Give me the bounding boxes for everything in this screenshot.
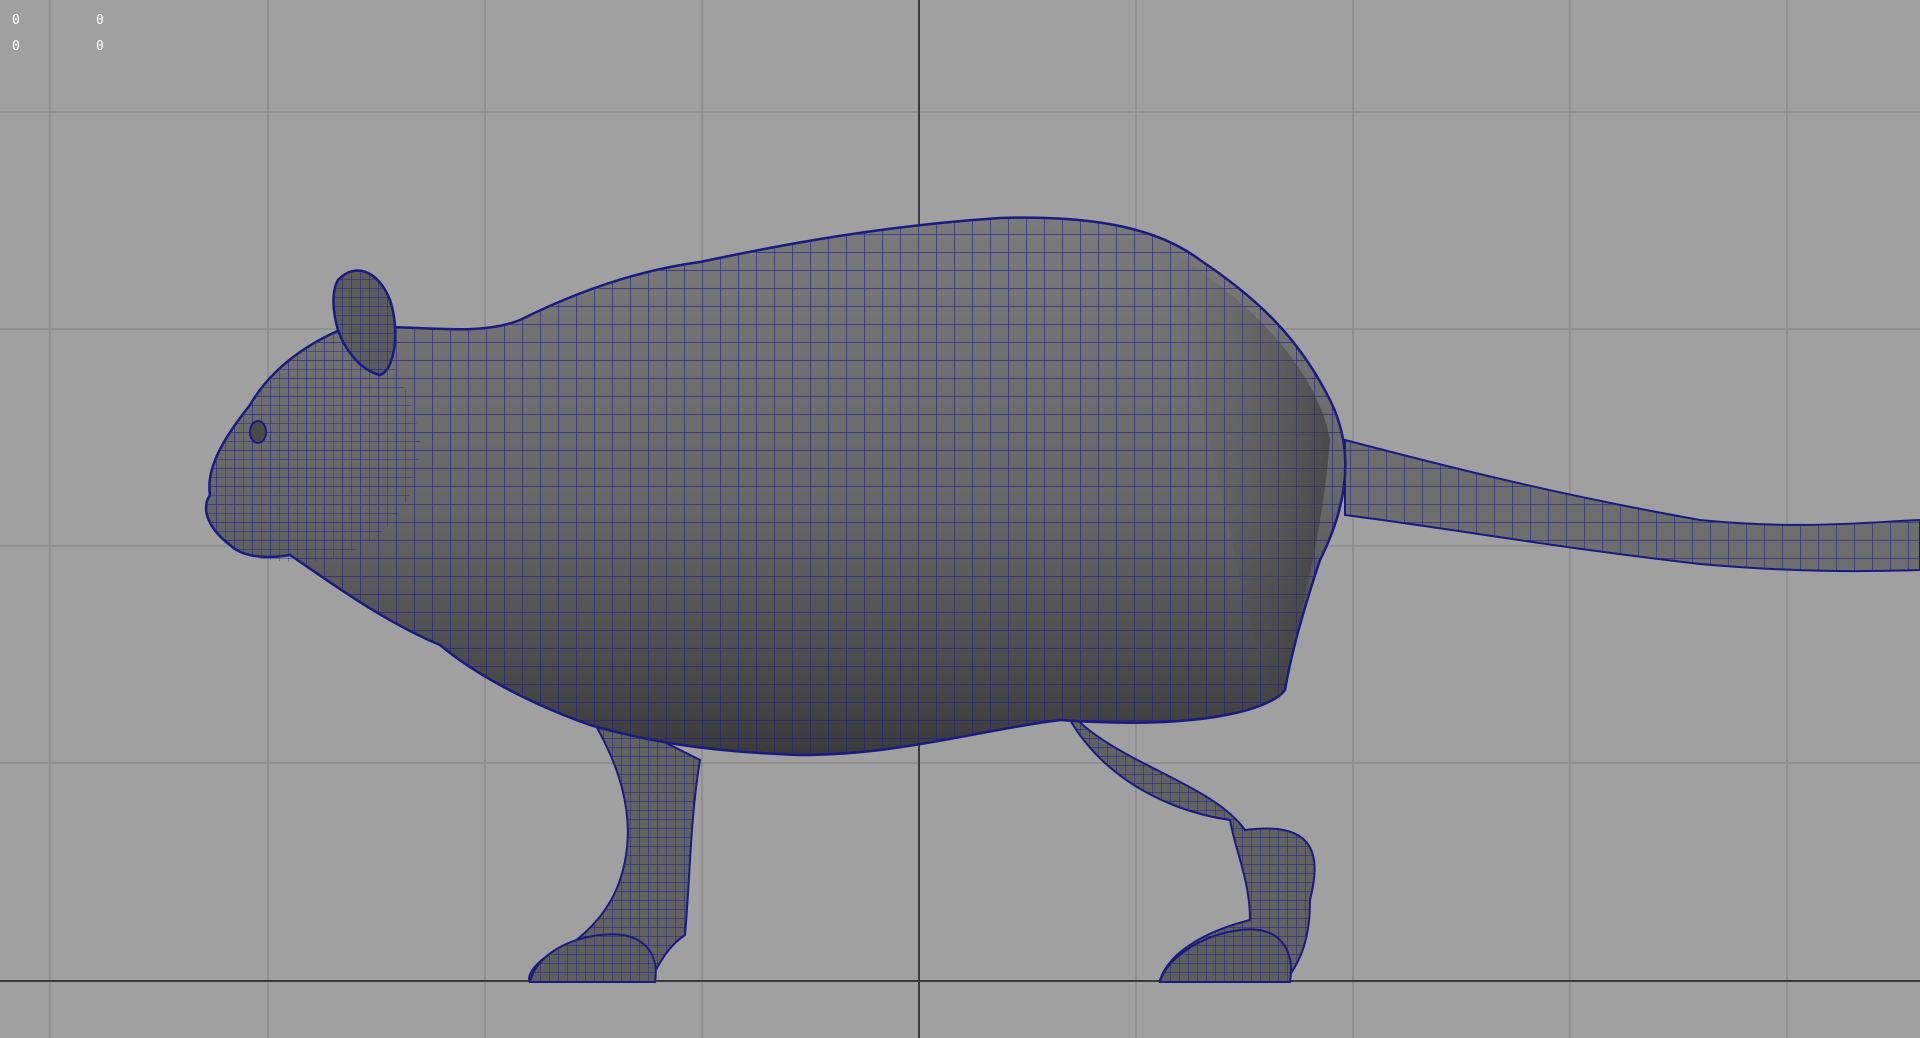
eye (249, 420, 267, 444)
viewport[interactable]: 0 0 0 0 (0, 0, 1920, 1038)
scene-canvas[interactable] (0, 0, 1920, 1038)
rat-mesh[interactable] (204, 216, 1920, 983)
hind-paw (1158, 928, 1292, 983)
hud-value: 0 (12, 13, 20, 28)
hud-value: 0 (12, 39, 20, 54)
front-paw (528, 933, 657, 983)
hud-readout: 0 0 0 0 (12, 8, 180, 60)
hud-value: 0 (96, 13, 104, 28)
hud-value: 0 (96, 39, 104, 54)
